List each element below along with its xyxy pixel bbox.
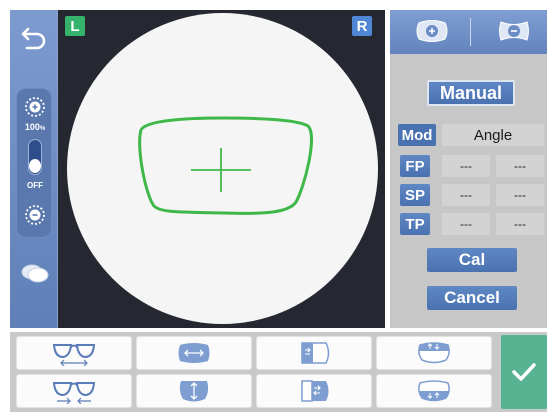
light-toggle[interactable] — [28, 139, 42, 175]
mod-value[interactable]: Angle — [442, 124, 544, 146]
frame-width-button[interactable] — [16, 336, 132, 370]
minus-lens-icon[interactable] — [494, 16, 534, 46]
horizontal-shift-button[interactable] — [136, 336, 252, 370]
left-sidebar: 100% OFF — [10, 10, 58, 328]
right-control-panel: Manual Mod Angle FP --- --- SP --- --- T… — [390, 10, 547, 328]
tp-value-right: --- — [496, 213, 544, 235]
brightness-up-icon[interactable] — [21, 93, 49, 121]
mod-label: Mod — [398, 124, 436, 146]
top-shift-icon — [418, 342, 450, 364]
tp-value-left: --- — [442, 213, 490, 235]
vertical-shift-button[interactable] — [136, 374, 252, 408]
cal-button[interactable]: Cal — [427, 248, 517, 272]
lens-viewport: L R — [58, 10, 385, 328]
bottom-shift-icon — [418, 380, 450, 402]
sp-value-left: --- — [442, 184, 490, 206]
brightness-control-panel: 100% OFF — [16, 88, 52, 238]
lens-stack-icon[interactable] — [18, 258, 52, 288]
top-shift-button[interactable] — [376, 336, 492, 370]
toggle-state-label: OFF — [27, 181, 43, 190]
lens-type-toolbar — [390, 10, 547, 54]
fp-label: FP — [400, 155, 430, 177]
frame-width-icon — [52, 344, 96, 366]
center-crosshair — [191, 148, 251, 192]
sp-label: SP — [400, 184, 430, 206]
toolbar-divider — [470, 18, 471, 46]
frame-outline — [138, 116, 313, 215]
nasal-cut-icon — [301, 342, 330, 364]
bottom-shift-button[interactable] — [376, 374, 492, 408]
cancel-button[interactable]: Cancel — [427, 286, 517, 310]
back-arrow-icon[interactable] — [16, 20, 52, 56]
bottom-toolbar — [10, 332, 547, 412]
horizontal-shift-icon — [178, 343, 210, 363]
frame-trace — [138, 116, 313, 215]
frame-narrow-button[interactable] — [16, 374, 132, 408]
plus-lens-icon[interactable] — [412, 16, 452, 46]
confirm-button[interactable] — [501, 335, 547, 409]
tp-label: TP — [400, 213, 430, 235]
brightness-percent: 100% — [24, 122, 46, 132]
lens-tracer-screen: 100% OFF L R Manual Mod Angle FP --- ---… — [0, 0, 556, 418]
nasal-shift-button[interactable] — [256, 374, 372, 408]
brightness-down-icon[interactable] — [21, 201, 49, 229]
checkmark-icon — [512, 363, 536, 381]
manual-mode-button[interactable]: Manual — [427, 80, 515, 106]
nasal-cut-button[interactable] — [256, 336, 372, 370]
fp-value-right: --- — [496, 155, 544, 177]
vertical-shift-icon — [179, 381, 209, 402]
sp-value-right: --- — [496, 184, 544, 206]
fp-value-left: --- — [442, 155, 490, 177]
left-side-badge[interactable]: L — [65, 16, 85, 36]
toggle-knob[interactable] — [29, 159, 41, 173]
right-side-badge[interactable]: R — [352, 16, 372, 36]
frame-narrow-icon — [52, 382, 96, 404]
nasal-shift-icon — [301, 380, 329, 402]
